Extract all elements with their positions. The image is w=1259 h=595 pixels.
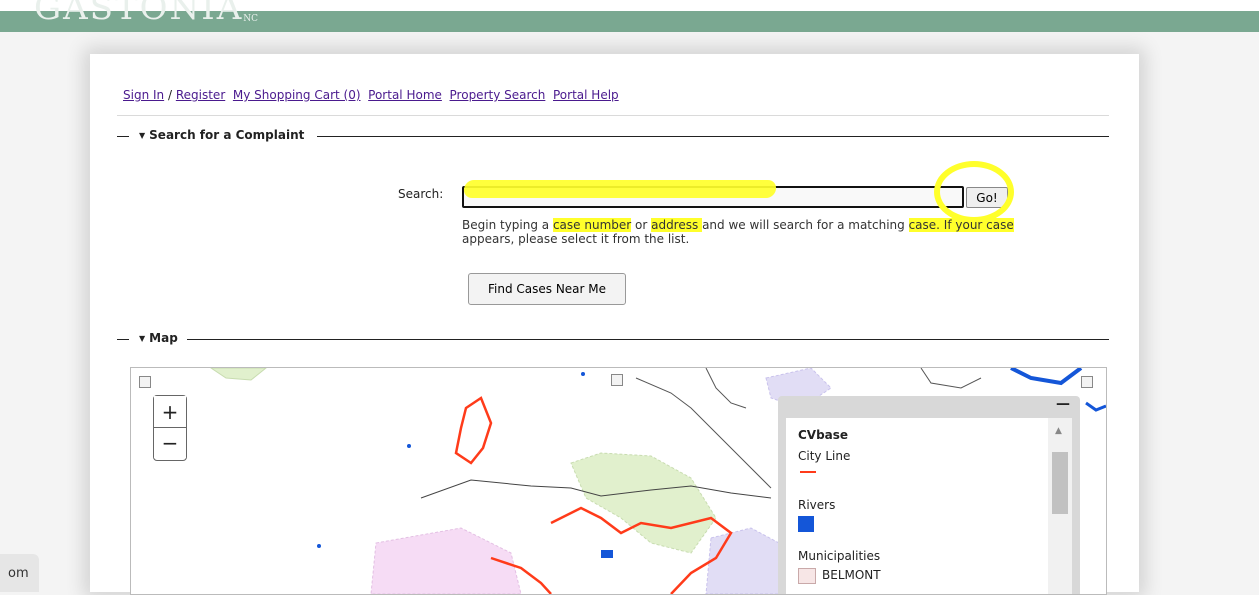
- logo-suffix: NC: [243, 14, 259, 24]
- map-canvas[interactable]: + − — CVbase City Line Rivers Municipali…: [130, 367, 1107, 595]
- property-search-link[interactable]: Property Search: [450, 88, 546, 102]
- logo-text: GASTONIA: [34, 0, 244, 28]
- complaint-title-text: Search for a Complaint: [149, 128, 305, 142]
- legend-city-line-label: City Line: [798, 449, 851, 463]
- shopping-cart-link[interactable]: My Shopping Cart (0): [233, 88, 361, 102]
- top-banner: GASTONIANC: [0, 0, 1259, 32]
- hint-text: appears, please select it from the list.: [462, 232, 690, 246]
- expand-corner-icon[interactable]: [1081, 376, 1093, 388]
- section-rule: [187, 339, 1109, 340]
- zoom-in-button[interactable]: +: [154, 396, 186, 427]
- collapse-up-icon[interactable]: [611, 374, 623, 386]
- caret-down-icon: ▼: [139, 334, 146, 343]
- portal-help-link[interactable]: Portal Help: [553, 88, 619, 102]
- complaint-section-header[interactable]: ▼ Search for a Complaint: [117, 128, 1109, 144]
- highlight-scribble: [463, 180, 777, 198]
- zoom-control: + −: [153, 395, 187, 461]
- belmont-swatch-icon: [798, 568, 816, 584]
- county-boundary: [705, 368, 747, 409]
- municipality-green-northwest: [210, 368, 267, 381]
- search-label: Search:: [398, 187, 444, 201]
- legend-minimize-button[interactable]: —: [1056, 396, 1070, 412]
- highlight-circle: [934, 161, 1014, 223]
- legend-belmont-label: BELMONT: [822, 568, 881, 582]
- section-rule: [317, 136, 1109, 137]
- register-link[interactable]: Register: [176, 88, 225, 102]
- city-line: [454, 396, 493, 465]
- hint-text: and we will search for a matching: [702, 218, 909, 232]
- section-dash: [117, 136, 129, 137]
- sign-in-link[interactable]: Sign In: [123, 88, 164, 102]
- scroll-up-icon[interactable]: ▲: [1055, 426, 1062, 436]
- map-section-title[interactable]: ▼ Map: [139, 331, 183, 345]
- nav-separator: /: [167, 88, 173, 102]
- map-section-header[interactable]: ▼ Map: [117, 331, 1109, 347]
- find-cases-near-me-button[interactable]: Find Cases Near Me: [468, 273, 626, 305]
- river: [1085, 401, 1106, 412]
- municipality-green: [570, 452, 717, 554]
- hint-highlight-case-number: case number: [552, 218, 632, 232]
- legend-rivers-label: Rivers: [798, 498, 836, 512]
- map-title-text: Map: [149, 331, 178, 345]
- bottom-left-tab-text: om: [8, 566, 29, 581]
- city-line-swatch-icon: [800, 471, 816, 473]
- zoom-out-button[interactable]: −: [154, 427, 186, 458]
- gastonia-logo[interactable]: GASTONIANC: [34, 0, 258, 28]
- expand-map-icon[interactable]: [139, 376, 151, 388]
- river: [1010, 368, 1083, 386]
- legend-layer-title: CVbase: [798, 428, 849, 442]
- county-boundary: [920, 368, 982, 389]
- portal-home-link[interactable]: Portal Home: [368, 88, 442, 102]
- river-pond: [601, 550, 613, 558]
- river-dot: [581, 372, 585, 376]
- municipality-lavender: [705, 527, 780, 594]
- river-dot: [317, 544, 321, 548]
- complaint-section-title[interactable]: ▼ Search for a Complaint: [139, 128, 310, 142]
- rivers-swatch-icon: [798, 516, 814, 532]
- scrollbar-thumb[interactable]: [1052, 452, 1068, 514]
- hint-highlight-case: case. If your case: [908, 218, 1014, 232]
- hint-highlight-address: address: [651, 218, 703, 232]
- legend-scrollbar[interactable]: ▲: [1048, 418, 1072, 594]
- main-panel: Sign In / Register My Shopping Cart (0) …: [90, 54, 1139, 595]
- hint-text: Begin typing a: [462, 218, 553, 232]
- section-dash: [117, 339, 129, 340]
- search-hint: Begin typing a case number or address an…: [462, 218, 1062, 246]
- nav-divider: [117, 115, 1109, 116]
- bottom-left-tab[interactable]: om: [0, 554, 39, 592]
- hint-text: or: [631, 218, 652, 232]
- legend-body: CVbase City Line Rivers Municipalities B…: [786, 418, 1072, 594]
- top-nav: Sign In / Register My Shopping Cart (0) …: [123, 88, 619, 102]
- map-legend: — CVbase City Line Rivers Municipalities…: [778, 396, 1080, 594]
- legend-municipalities-label: Municipalities: [798, 549, 881, 563]
- river-dot: [407, 444, 411, 448]
- caret-down-icon: ▼: [139, 131, 146, 140]
